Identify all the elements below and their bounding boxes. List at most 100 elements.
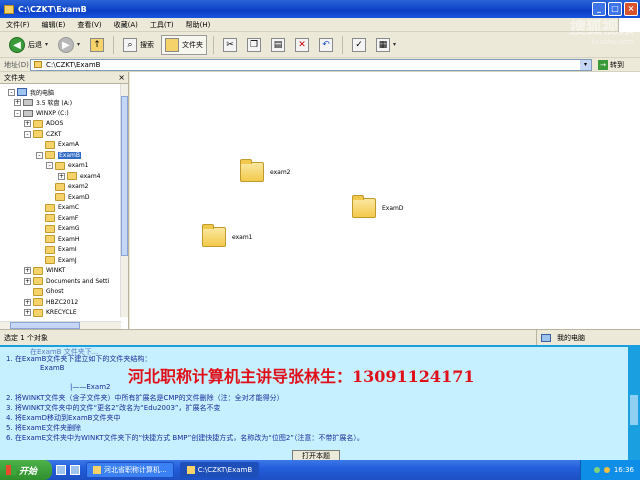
panel-close-button[interactable]: × bbox=[118, 73, 125, 82]
question-line: 4. 将ExamD移动到ExamB文件夹中 bbox=[6, 414, 121, 422]
address-dropdown-icon[interactable]: ▾ bbox=[580, 59, 591, 70]
scissors-icon: ✂ bbox=[223, 37, 238, 52]
menu-favorites[interactable]: 收藏(A) bbox=[114, 20, 138, 30]
menu-tools[interactable]: 工具(T) bbox=[150, 20, 174, 30]
toolbar-separator bbox=[113, 35, 115, 54]
maximize-button[interactable]: □ bbox=[608, 2, 622, 16]
tree-horizontal-scrollbar[interactable] bbox=[0, 321, 121, 329]
back-button[interactable]: ◀ 后退 ▾ bbox=[6, 35, 51, 55]
expand-toggle-icon[interactable]: - bbox=[14, 109, 21, 117]
menu-edit[interactable]: 编辑(E) bbox=[42, 20, 66, 30]
expand-toggle-icon[interactable]: + bbox=[24, 120, 31, 127]
tree-item-label: exam2 bbox=[68, 183, 89, 190]
folder-label: exam2 bbox=[270, 168, 291, 176]
tree-item-label: ExamA bbox=[58, 141, 79, 148]
menu-file[interactable]: 文件(F) bbox=[6, 20, 30, 30]
properties-button[interactable]: ✓ bbox=[349, 35, 369, 55]
taskbar-item-active[interactable]: C:\CZKT\ExamB bbox=[179, 462, 260, 478]
tree-item[interactable]: ExamD bbox=[46, 192, 89, 202]
title-bar[interactable]: C:\CZKT\ExamB 搜狐视频 tv.sohu.com _ □ × bbox=[0, 0, 640, 46]
scroll-thumb[interactable] bbox=[630, 395, 638, 425]
tree-item[interactable]: ExamC bbox=[36, 203, 79, 213]
quick-launch-icon[interactable] bbox=[70, 465, 80, 475]
tree-item[interactable]: - CZKT bbox=[24, 129, 61, 139]
taskbar-item[interactable]: 河北省职称计算机... bbox=[86, 462, 174, 478]
tree-item[interactable]: ExamF bbox=[36, 213, 78, 223]
search-button[interactable]: ⌕ 搜索 bbox=[120, 35, 157, 55]
address-value: C:\CZKT\ExamB bbox=[46, 60, 101, 69]
minimize-button[interactable]: _ bbox=[592, 2, 606, 16]
paste-button[interactable]: ▤ bbox=[268, 35, 288, 55]
clock: 16:36 bbox=[613, 466, 634, 474]
start-button[interactable]: 开始 bbox=[0, 460, 52, 480]
tree-item[interactable]: ExamI bbox=[36, 245, 77, 255]
tree-item[interactable]: Ghost bbox=[24, 287, 64, 297]
toolbar-separator bbox=[213, 35, 215, 54]
tree-item[interactable]: ExamJ bbox=[36, 255, 77, 265]
expand-toggle-icon[interactable]: - bbox=[8, 88, 15, 96]
tree-item[interactable]: - 我的电脑 bbox=[8, 87, 54, 97]
go-label: 转到 bbox=[610, 60, 624, 69]
folder-item[interactable]: exam1 bbox=[202, 224, 252, 247]
tree-item[interactable]: + HBZC2012 bbox=[24, 297, 78, 307]
views-icon: ▦ bbox=[376, 37, 391, 52]
expand-toggle-icon[interactable]: - bbox=[24, 130, 31, 138]
address-input[interactable]: C:\CZKT\ExamB ▾ bbox=[30, 58, 592, 71]
tree-item-label: ExamD bbox=[68, 193, 90, 201]
tree-item[interactable]: + exam4 bbox=[58, 171, 100, 181]
folder-icon bbox=[45, 151, 55, 159]
tree-item[interactable]: - exam1 bbox=[46, 161, 88, 171]
menu-help[interactable]: 帮助(H) bbox=[186, 20, 211, 30]
expand-toggle-icon[interactable]: - bbox=[36, 151, 43, 159]
tree-vertical-scrollbar[interactable] bbox=[120, 84, 128, 317]
folder-item[interactable]: ExamD bbox=[352, 195, 404, 218]
tree-item[interactable]: - ExamB bbox=[36, 150, 81, 160]
tree-item-label: 我的电脑 bbox=[30, 89, 55, 97]
scroll-thumb[interactable] bbox=[121, 96, 128, 256]
task-label: C:\CZKT\ExamB bbox=[197, 466, 253, 474]
status-location-label: 我的电脑 bbox=[557, 333, 585, 342]
app-icon bbox=[93, 466, 101, 474]
tree-item[interactable]: - WINXP (C:) bbox=[14, 108, 69, 118]
expand-toggle-icon[interactable]: + bbox=[24, 277, 31, 285]
expand-toggle-icon[interactable]: + bbox=[24, 267, 31, 274]
tray-icon[interactable] bbox=[603, 467, 610, 473]
tree-item[interactable]: exam2 bbox=[46, 182, 88, 192]
close-button[interactable]: × bbox=[624, 2, 638, 16]
expand-toggle-icon[interactable]: + bbox=[24, 309, 31, 316]
folders-button[interactable]: 文件夹 bbox=[161, 34, 208, 55]
tree-item[interactable]: + ADOS bbox=[24, 119, 63, 129]
delete-button[interactable]: ✕ bbox=[292, 35, 312, 55]
copy-button[interactable]: ❐ bbox=[244, 35, 264, 55]
tree-item[interactable]: ExamG bbox=[36, 224, 80, 234]
menu-view[interactable]: 查看(V) bbox=[77, 20, 101, 30]
panel-header: 文件夹 × bbox=[0, 72, 128, 84]
tree-item[interactable]: + WINKT bbox=[24, 266, 65, 276]
folder-icon bbox=[4, 4, 14, 14]
cut-button[interactable]: ✂ bbox=[220, 35, 240, 55]
tree-item[interactable]: +3.5 软盘 (A:) bbox=[14, 98, 72, 108]
scroll-thumb[interactable] bbox=[10, 322, 80, 329]
expand-toggle-icon[interactable]: + bbox=[14, 99, 21, 106]
folder-label: ExamD bbox=[382, 204, 404, 212]
undo-button[interactable]: ↶ bbox=[316, 35, 336, 55]
quick-launch-icon[interactable] bbox=[56, 465, 66, 475]
up-folder-button[interactable]: ↑ bbox=[87, 35, 107, 55]
system-tray: 16:36 bbox=[580, 460, 640, 480]
views-button[interactable]: ▦ ▾ bbox=[373, 35, 399, 55]
folder-item[interactable]: exam2 bbox=[240, 159, 291, 182]
tray-icon[interactable] bbox=[593, 467, 600, 473]
question-line: 2. 将WINKT文件夹（含子文件夹）中所有扩展名是CMP的文件删除（注：全对才… bbox=[6, 394, 284, 402]
forward-button[interactable]: ▶ ▾ bbox=[55, 35, 83, 55]
tree-item[interactable]: ExamH bbox=[36, 234, 79, 244]
expand-toggle-icon[interactable]: - bbox=[46, 162, 53, 169]
question-scrollbar[interactable] bbox=[628, 345, 640, 460]
tree-item-label: exam4 bbox=[80, 172, 101, 180]
tree-item[interactable]: + Documents and Setti bbox=[24, 276, 109, 286]
tree-item[interactable]: ExamA bbox=[36, 140, 79, 150]
tree-item-label: ExamI bbox=[58, 246, 77, 253]
expand-toggle-icon[interactable]: + bbox=[58, 172, 65, 180]
expand-toggle-icon[interactable]: + bbox=[24, 298, 31, 306]
tree-item[interactable]: + KRECYCLE bbox=[24, 308, 77, 318]
go-button[interactable]: → 转到 bbox=[598, 59, 624, 70]
